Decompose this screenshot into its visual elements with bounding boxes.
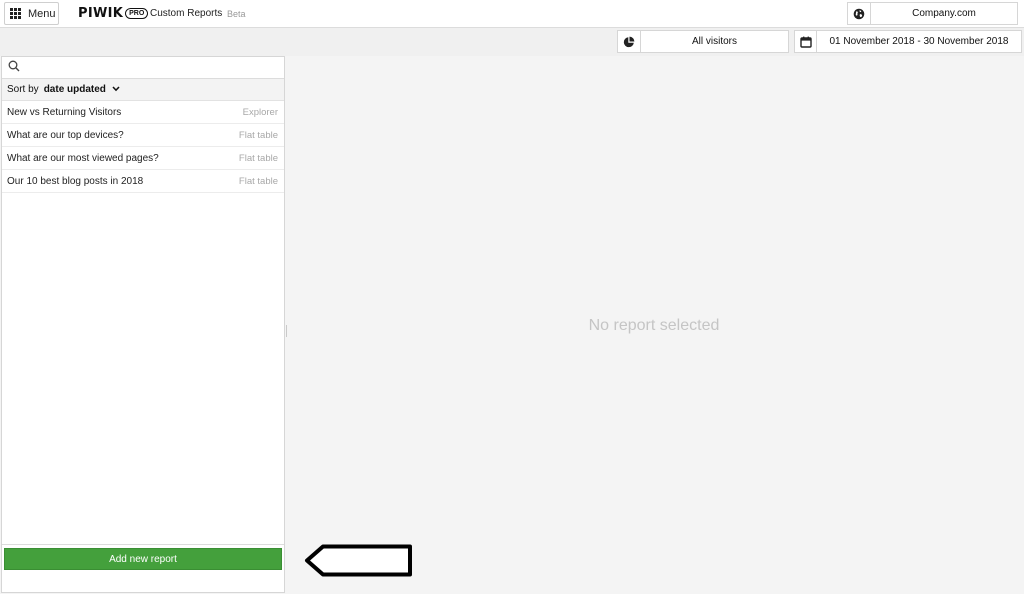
empty-state-message: No report selected	[588, 317, 720, 334]
search-row	[2, 57, 284, 79]
list-item[interactable]: What are our most viewed pages? Flat tab…	[2, 147, 284, 170]
report-name: What are our most viewed pages?	[7, 152, 159, 164]
report-name: New vs Returning Visitors	[7, 106, 122, 118]
chevron-down-icon	[112, 84, 120, 95]
sort-value: date updated	[43, 84, 106, 95]
report-list: New vs Returning Visitors Explorer What …	[2, 101, 284, 193]
top-bar: Menu PIWIK PRO Custom Reports Beta Compa…	[0, 0, 1024, 28]
report-type: Flat table	[238, 152, 278, 164]
logo-wordmark: PIWIK	[78, 6, 124, 21]
add-report-area: Add new report	[2, 544, 284, 592]
list-item[interactable]: New vs Returning Visitors Explorer	[2, 101, 284, 124]
piwik-pro-logo[interactable]: PIWIK PRO	[78, 6, 149, 21]
search-input[interactable]	[24, 57, 284, 78]
menu-button-label: Menu	[28, 7, 56, 20]
report-type: Explorer	[242, 106, 278, 118]
calendar-icon	[795, 31, 817, 52]
date-range-selector[interactable]: 01 November 2018 - 30 November 2018	[794, 30, 1022, 53]
add-new-report-button[interactable]: Add new report	[4, 548, 282, 570]
app-title: Custom Reports	[150, 8, 223, 19]
date-range-label: 01 November 2018 - 30 November 2018	[829, 36, 1009, 47]
list-item[interactable]: Our 10 best blog posts in 2018 Flat tabl…	[2, 170, 284, 193]
report-type: Flat table	[238, 175, 278, 187]
logo-pro-badge: PRO	[125, 8, 149, 19]
list-item[interactable]: What are our top devices? Flat table	[2, 124, 284, 147]
site-selector[interactable]: Company.com	[847, 2, 1018, 25]
site-name: Company.com	[912, 8, 976, 19]
report-view: No report selected	[288, 56, 1024, 594]
callout-arrow-icon	[305, 544, 412, 577]
beta-badge: Beta	[227, 9, 246, 19]
apps-grid-icon	[10, 8, 21, 19]
reports-sidebar: Sort by date updated New vs Returning Vi…	[1, 56, 285, 593]
pie-chart-icon	[618, 31, 641, 52]
filter-bar: All visitors 01 November 2018 - 30 Novem…	[0, 28, 1024, 56]
segment-label: All visitors	[691, 36, 737, 47]
report-name: Our 10 best blog posts in 2018	[7, 175, 144, 187]
report-type: Flat table	[238, 129, 278, 141]
sort-dropdown[interactable]: date updated	[44, 84, 120, 95]
report-name: What are our top devices?	[7, 129, 124, 141]
search-icon	[8, 59, 20, 77]
globe-icon	[848, 3, 871, 24]
sort-row: Sort by date updated	[2, 79, 284, 101]
menu-button[interactable]: Menu	[4, 2, 59, 25]
sort-label: Sort by	[7, 84, 39, 95]
segment-selector[interactable]: All visitors	[617, 30, 789, 53]
